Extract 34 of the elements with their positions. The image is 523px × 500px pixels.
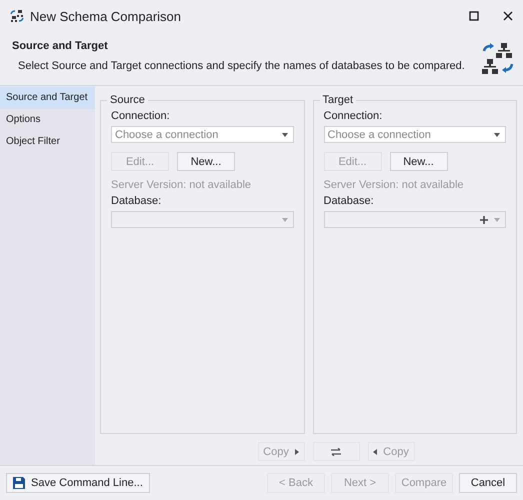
connection-dropdown[interactable]: Choose a connection: [111, 126, 294, 143]
group-title: Source: [109, 94, 146, 106]
field-label: Database:: [324, 195, 375, 207]
new-button[interactable]: New...: [390, 152, 448, 171]
save-icon: [13, 477, 25, 489]
connection-dropdown[interactable]: Choose a connection: [324, 126, 506, 143]
caret-icon: [282, 132, 288, 136]
sidebar-item[interactable]: Object Filter: [0, 131, 95, 153]
group-title: Target: [322, 94, 354, 106]
schema-compare-icon: [481, 42, 515, 76]
caret-icon: [282, 218, 288, 222]
right-triangle-icon: [294, 448, 299, 454]
field-label: Connection:: [324, 110, 384, 122]
field-label: Connection:: [111, 110, 171, 122]
left-triangle-icon: [373, 448, 378, 454]
maximize-icon[interactable]: [469, 11, 479, 21]
page-description: Select Source and Target connections and specify the names of databases to be compared.: [18, 60, 466, 72]
close-icon[interactable]: [503, 11, 513, 21]
schema-icon: [10, 9, 24, 23]
wizard-button[interactable]: Cancel: [459, 473, 517, 493]
window-title: New Schema Comparison: [30, 8, 182, 24]
new-button[interactable]: New...: [177, 152, 235, 171]
save-command-line-button[interactable]: Save Command Line...: [6, 473, 150, 493]
sidebar-item[interactable]: Source and Target: [0, 87, 95, 109]
server-version-text: Server Version: not available: [324, 179, 465, 191]
page-title: Source and Target: [12, 40, 109, 52]
sidebar-item[interactable]: Options: [0, 109, 95, 131]
swap-arrows-icon: [331, 448, 341, 456]
caret-icon: [494, 218, 500, 222]
field-label: Database:: [111, 195, 162, 207]
server-version-text: Server Version: not available: [111, 179, 252, 191]
placeholder-text: Choose a connection: [328, 128, 432, 140]
caret-icon: [494, 132, 500, 136]
placeholder-text: Choose a connection: [115, 128, 220, 140]
